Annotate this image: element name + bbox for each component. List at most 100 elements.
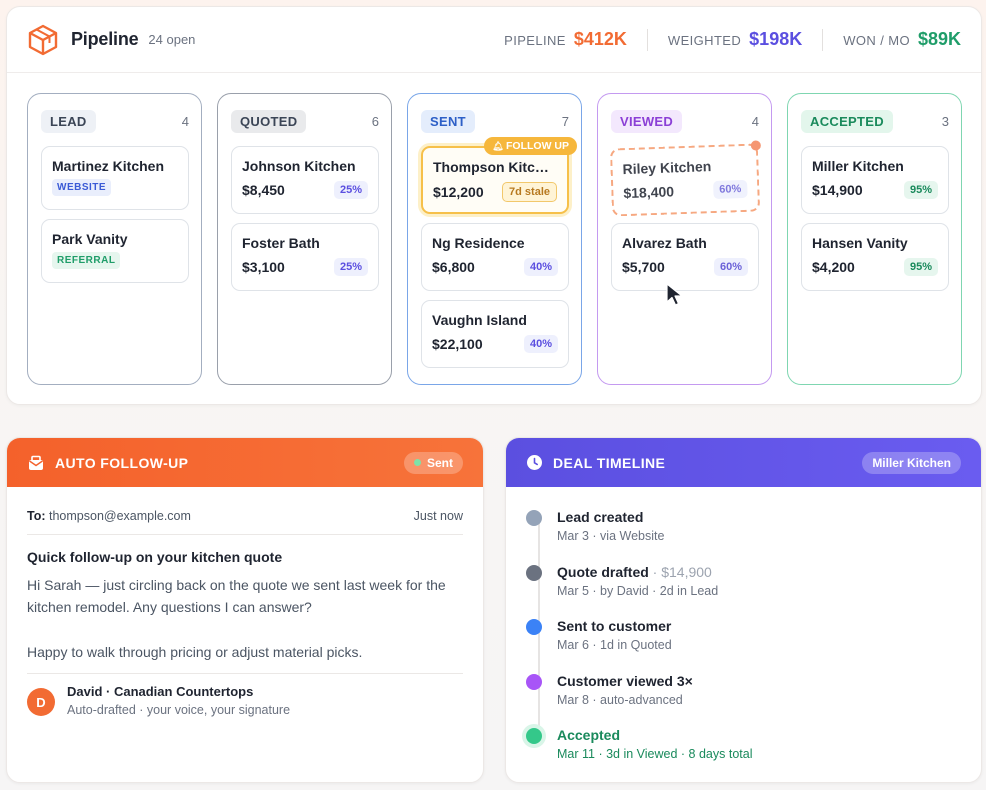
timeline-event-text: Lead created Mar 3 · via Website — [557, 509, 664, 543]
timeline-event: Lead created Mar 3 · via Website — [526, 509, 961, 564]
deal-row: $8,450 25% — [242, 181, 368, 199]
deal-name: Park Vanity — [52, 231, 128, 247]
timeline-dot-icon — [526, 619, 542, 635]
timeline-event: Sent to customer Mar 6 · 1d in Quoted — [526, 618, 961, 673]
probability-badge: 60% — [713, 258, 748, 276]
timeline-event-title: Sent to customer — [557, 618, 672, 634]
metric-value: $198K — [749, 29, 803, 49]
deal-timeline-card: DEAL TIMELINE Miller Kitchen Lead create… — [505, 437, 982, 783]
timeline-event-title: Quote drafted · $14,900 — [557, 563, 712, 580]
deal-card[interactable]: Hansen Vanity $4,200 95% — [801, 223, 949, 291]
deal-amount: $3,100 — [242, 259, 285, 275]
deal-name: Miller Kitchen — [812, 158, 904, 174]
stale-badge: 7d stale — [502, 182, 557, 202]
column-count: 4 — [181, 113, 189, 129]
deal-card[interactable]: Vaughn Island $22,100 40% — [421, 300, 569, 368]
column-count: 4 — [751, 113, 759, 129]
auto-followup-header: AUTO FOLLOW-UP Sent — [7, 438, 483, 487]
metric-divider — [646, 28, 648, 51]
timeline-event-text: Customer viewed 3× Mar 8 · auto-advanced — [557, 673, 693, 707]
timeline-event-subtext: Mar 3 · via Website — [557, 529, 665, 543]
column-tag: SENT — [421, 109, 475, 133]
column-tag: ACCEPTED — [801, 109, 893, 133]
deal-name: Hansen Vanity — [812, 235, 908, 251]
deal-card[interactable]: Alvarez Bath $5,700 60% — [611, 223, 759, 291]
deal-name: Riley Kitchen — [622, 158, 712, 178]
column-quoted: QUOTED 6 Johnson Kitchen $8,450 25% Foster Ba… — [217, 93, 392, 385]
pipeline-board: Pipeline 24 open PIPELINE $412K WEIGHTED $1… — [6, 6, 982, 405]
page-title: Pipeline — [71, 29, 139, 49]
avatar: D — [27, 688, 55, 716]
timeline-event-title: Accepted — [557, 727, 621, 743]
metric-label: PIPELINE — [504, 33, 566, 48]
column-header: ACCEPTED 3 — [801, 108, 949, 134]
deal-name: Ng Residence — [432, 235, 525, 251]
timeline-list: Lead created Mar 3 · via Website Quote dra… — [506, 487, 981, 782]
probability-badge: 95% — [903, 258, 938, 276]
deal-card[interactable]: Martinez Kitchen WEBSITE — [41, 146, 189, 210]
deal-amount: $6,800 — [432, 259, 475, 275]
open-count: 24 open — [148, 32, 196, 47]
status-dot-icon — [413, 459, 421, 466]
deal-card[interactable]: Thompson Kitchen $12,200 7d stale 🔔︎ FOLLOW… — [421, 137, 577, 214]
source-badge: REFERRAL — [52, 252, 121, 269]
deal-card[interactable]: Ng Residence $6,800 40% — [421, 223, 569, 291]
timeline-dot-icon — [526, 673, 542, 690]
column-header: QUOTED 6 — [231, 108, 379, 134]
signature-subtext: Auto-drafted · your voice, your signatur… — [67, 703, 291, 717]
timeline-event: Quote drafted · $14,900 Mar 5 · by David … — [526, 564, 961, 619]
column-header: VIEWED 4 — [611, 108, 759, 134]
deal-name: Alvarez Bath — [622, 235, 707, 251]
recipient-email: thompson@example.com — [49, 509, 191, 523]
deal-amount: $12,200 — [433, 184, 484, 200]
deal-row: $22,100 40% — [432, 335, 558, 353]
deal-row: $18,400 60% — [623, 179, 748, 202]
deal-amount: $5,700 — [622, 259, 665, 275]
timeline-event-text: Quote drafted · $14,900 Mar 5 · by David … — [557, 564, 718, 598]
timeline-event-title: Lead created — [557, 509, 644, 525]
probability-badge: 60% — [713, 179, 748, 200]
deal-amount: $14,900 — [812, 182, 863, 198]
pipeline-header: Pipeline 24 open PIPELINE $412K WEIGHTED $1… — [7, 7, 981, 73]
timeline-event-subtext: Mar 5 · by David · 2d in Lead — [557, 583, 719, 598]
metric-pipeline: PIPELINE $412K — [504, 29, 627, 50]
probability-badge: 95% — [903, 181, 938, 199]
deal-name: Vaughn Island — [432, 312, 527, 328]
probability-badge: 40% — [523, 335, 558, 353]
deal-card[interactable]: Johnson Kitchen $8,450 25% — [231, 146, 379, 214]
dragging-deal-card[interactable]: Riley Kitchen $18,400 60% — [609, 140, 762, 217]
metric-divider — [822, 28, 824, 51]
follow-up-badge: 🔔︎ FOLLOW UP — [484, 137, 577, 155]
deal-card[interactable]: Park Vanity REFERRAL — [41, 219, 189, 283]
to-label: To: — [27, 509, 46, 523]
metrics-bar: PIPELINE $412K WEIGHTED $198K WON / MO $89K — [504, 28, 961, 51]
drag-indicator-dot — [750, 140, 762, 151]
pipeline-columns: LEAD 4 Martinez Kitchen WEBSITE Park Vanity R… — [27, 93, 962, 385]
timeline-event-title: Customer viewed 3× — [557, 672, 693, 689]
timeline-event-extra: · $14,900 — [648, 563, 712, 580]
column-count: 6 — [371, 113, 379, 129]
deal-card[interactable]: Foster Bath $3,100 25% — [231, 223, 379, 291]
email-signature: D David · Canadian Countertops Auto-draf… — [27, 673, 463, 717]
timeline-event: Accepted Mar 11 · 3d in Viewed · 8 days t… — [526, 727, 961, 782]
column-tag: VIEWED — [611, 109, 683, 133]
probability-badge: 25% — [333, 258, 368, 276]
metric-value: $412K — [573, 29, 627, 49]
metric-label: WEIGHTED — [667, 33, 742, 48]
column-sent: SENT 7 Thompson Kitchen $12,200 7d stale 🔔︎ F… — [407, 93, 582, 385]
deal-amount: $8,450 — [242, 182, 285, 198]
timeline-dot-icon — [526, 564, 542, 581]
signature-name: David · Canadian Countertops — [67, 684, 254, 699]
column-accepted: ACCEPTED 3 Miller Kitchen $14,900 95% Hansen … — [787, 93, 962, 385]
deal-timeline-header: DEAL TIMELINE Miller Kitchen — [506, 438, 981, 487]
email-subject: Quick follow-up on your kitchen quote — [27, 549, 283, 565]
column-tag: LEAD — [41, 109, 96, 133]
deal-card[interactable]: Miller Kitchen $14,900 95% — [801, 146, 949, 214]
deal-amount: $18,400 — [623, 183, 675, 202]
probability-badge: 25% — [333, 181, 368, 199]
deal-row: $6,800 40% — [432, 258, 558, 276]
auto-followup-card: AUTO FOLLOW-UP Sent To: thompson@example… — [6, 437, 484, 783]
email-body-paragraph-2: Happy to walk through pricing or adjust … — [27, 644, 363, 660]
deal-amount: $4,200 — [812, 259, 855, 275]
column-lead: LEAD 4 Martinez Kitchen WEBSITE Park Vanity R… — [27, 93, 202, 385]
